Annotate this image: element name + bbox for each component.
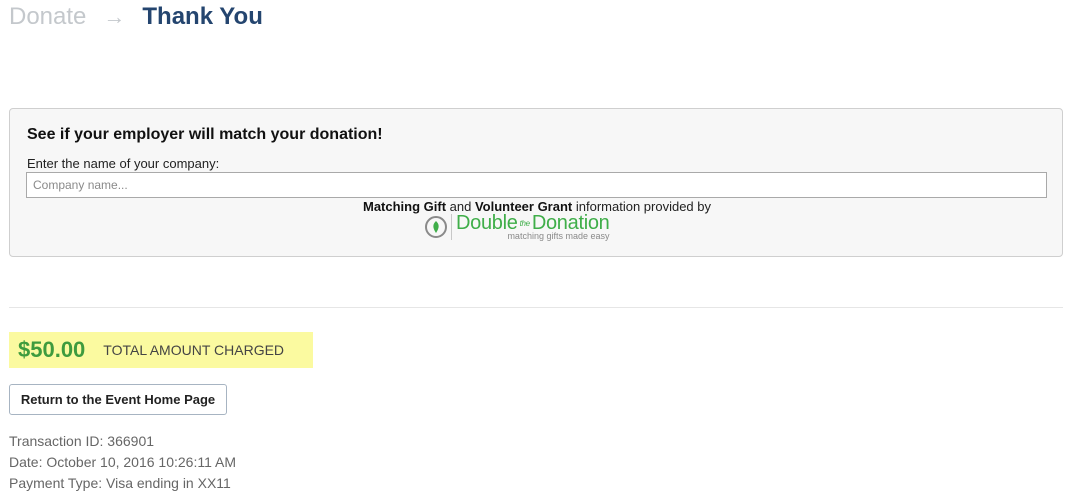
logo-wordmark: Double the Donation matching gifts made ea… <box>456 213 610 241</box>
logo-separator <box>451 214 452 240</box>
double-the-donation-logo-icon <box>425 216 447 238</box>
transaction-id: Transaction ID: 366901 <box>9 433 155 449</box>
logo-mark-icon <box>433 221 439 233</box>
progress-steps: Donate → Thank You <box>9 3 263 31</box>
arrow-right-icon: → <box>103 4 126 29</box>
employer-match-heading: See if your employer will match your don… <box>27 126 383 143</box>
transaction-date: Date: October 10, 2016 10:26:11 AM <box>9 454 237 470</box>
logo-name: Double the Donation <box>456 213 610 233</box>
payment-type: Payment Type: Visa ending in XX11 <box>9 475 231 491</box>
company-name-input[interactable] <box>26 172 1047 198</box>
total-amount-label: TOTAL AMOUNT CHARGED <box>103 342 285 358</box>
transaction-details: Transaction ID: 366901 Date: October 10,… <box>9 431 236 494</box>
total-amount-banner: $50.00 TOTAL AMOUNT CHARGED <box>9 332 313 368</box>
step-thank-you: Thank You <box>142 3 263 30</box>
logo-tagline: matching gifts made easy <box>507 231 610 241</box>
double-the-donation-logo[interactable]: Double the Donation matching gifts made ea… <box>425 213 610 241</box>
logo-the: the <box>519 218 531 228</box>
return-to-event-home-button[interactable]: Return to the Event Home Page <box>9 384 227 415</box>
matching-gift-text: Matching Gift <box>363 199 447 214</box>
company-name-label: Enter the name of your company: <box>27 156 220 171</box>
total-amount-value: $50.00 <box>18 337 86 362</box>
section-divider <box>9 307 1063 308</box>
step-donate: Donate <box>9 3 87 30</box>
employer-match-panel: See if your employer will match your don… <box>9 108 1063 257</box>
